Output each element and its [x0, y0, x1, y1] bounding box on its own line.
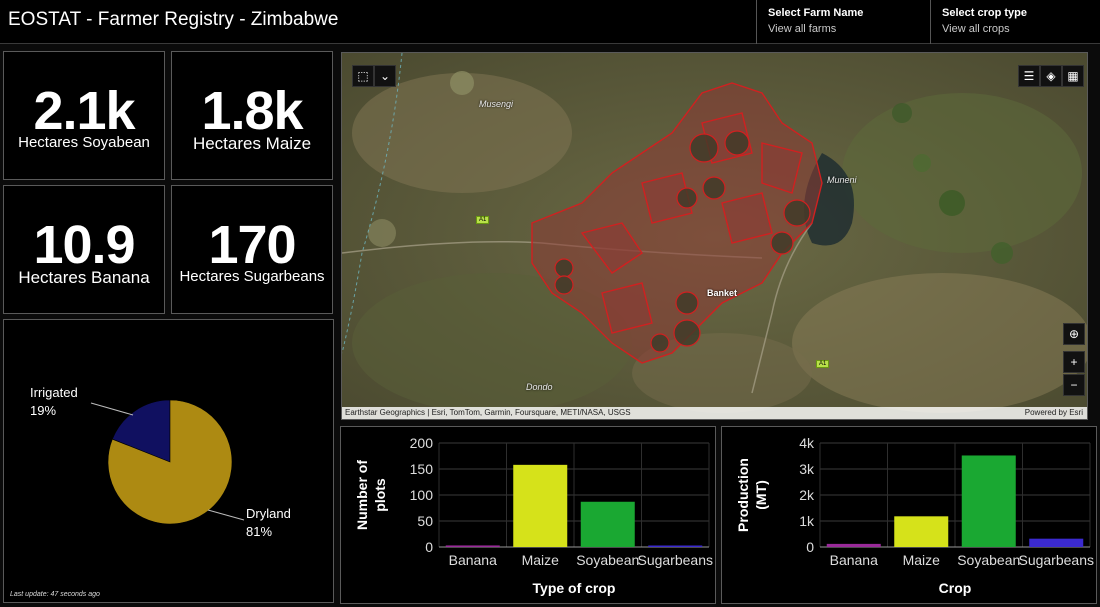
kpi-value: 170 [208, 215, 296, 275]
chevron-down-icon[interactable]: ⌄ [374, 65, 396, 87]
powered-by-esri[interactable]: Powered by Esri [1025, 407, 1083, 419]
layers-icon[interactable]: ◈ [1040, 65, 1062, 87]
satellite-imagery[interactable] [342, 53, 1088, 420]
y-tick-label: 150 [410, 461, 434, 477]
x-tick-label: Sugarbeans [637, 552, 713, 568]
bar-sugarbeans[interactable] [1029, 538, 1084, 547]
kpi-sugarbeans: 170 Hectares Sugarbeans [171, 185, 333, 314]
y-tick-label: 0 [806, 539, 814, 555]
x-tick-label: Maize [522, 552, 560, 568]
place-label: Banket [707, 288, 738, 298]
crop-type-selector[interactable]: Select crop type View all crops [930, 0, 1100, 44]
kpi-banana: 10.9 Hectares Banana [3, 185, 165, 314]
irrigation-pie-chart: Irrigated 19% Dryland 81% [30, 385, 291, 539]
place-label: Dondo [526, 382, 553, 392]
bar-soyabean[interactable] [961, 455, 1016, 547]
y-tick-label: 2k [799, 487, 815, 503]
irrigation-pie-panel: Irrigated 19% Dryland 81% Last update: 4… [3, 319, 334, 603]
crop-selector-value[interactable]: View all crops [942, 23, 1100, 35]
plots-by-crop-chart: 0 50 100 150 200 Banana Maize SoyabeanSugarbean… [354, 435, 713, 596]
x-axis-title: Type of crop [533, 580, 616, 596]
x-tick-label: Banana [830, 552, 878, 568]
pie-pct-irrigated: 19% [30, 403, 56, 418]
y-tick-label: 1k [799, 513, 815, 529]
bar-soyabean[interactable] [580, 501, 635, 547]
farm-map[interactable]: ⬚ ⌄ ☰ ◈ ▦ ⊕ + − Musengi Muneni Banket Do… [341, 52, 1088, 420]
production-by-crop-panel: 0 1k 2k 3k 4k Banana Maize Soyabean Sugarbeans Cr… [721, 426, 1097, 604]
kpi-value: 2.1k [33, 81, 135, 141]
y-tick-label: 200 [410, 435, 434, 451]
farm-selector-value[interactable]: View all farms [768, 23, 930, 35]
y-axis-title-line: Production [735, 458, 751, 532]
x-axis-title: Crop [939, 580, 972, 596]
production-by-crop-chart: 0 1k 2k 3k 4k Banana Maize SoyabeanSugarbeans Cr… [735, 435, 1094, 596]
select-tool-button[interactable]: ⬚ [352, 65, 374, 87]
x-tick-label: Soyabean [957, 552, 1020, 568]
pie-pct-dryland: 81% [246, 524, 272, 539]
bar-banana[interactable] [826, 543, 881, 547]
basemap-gallery-icon[interactable]: ▦ [1062, 65, 1084, 87]
y-axis-title-line: (MT) [753, 480, 769, 510]
y-tick-label: 50 [417, 513, 433, 529]
kpi-caption: Hectares Banana [18, 268, 150, 287]
header-bar: EOSTAT - Farmer Registry - Zimbabwe Sele… [0, 0, 1100, 44]
kpi-value: 1.8k [201, 81, 303, 141]
attribution-text: Earthstar Geographics | Esri, TomTom, Ga… [345, 408, 631, 417]
kpi-maize: 1.8k Hectares Maize [171, 51, 333, 180]
zoom-out-button[interactable]: − [1063, 374, 1085, 396]
legend-list-icon[interactable]: ☰ [1018, 65, 1040, 87]
bar-maize[interactable] [513, 464, 568, 547]
road-shield: A1 [816, 360, 830, 368]
pie-label-dryland: Dryland [246, 506, 291, 521]
place-label: Musengi [479, 99, 514, 109]
x-tick-label: Maize [903, 552, 941, 568]
locate-icon[interactable]: ⊕ [1063, 323, 1085, 345]
x-tick-label: Banana [449, 552, 497, 568]
farm-selector-label: Select Farm Name [768, 7, 864, 19]
kpi-caption: Hectares Soyabean [18, 134, 150, 151]
crop-selector-label: Select crop type [942, 7, 1027, 19]
y-tick-label: 3k [799, 461, 815, 477]
irrigated-leader-line [90, 402, 134, 416]
y-axis-title: Production (MT) [735, 458, 769, 532]
farm-name-selector[interactable]: Select Farm Name View all farms [756, 0, 930, 44]
bar-sugarbeans[interactable] [648, 545, 703, 548]
y-axis-title: Number of plots [354, 460, 388, 530]
last-update-text: Last update: 47 seconds ago [10, 591, 100, 598]
y-tick-label: 100 [410, 487, 434, 503]
app-title: EOSTAT - Farmer Registry - Zimbabwe [8, 9, 339, 30]
y-tick-label: 4k [799, 435, 815, 451]
y-axis-title-line: plots [372, 478, 388, 512]
x-tick-label: Soyabean [576, 552, 639, 568]
y-axis-title-line: Number of [354, 460, 370, 530]
zoom-in-button[interactable]: + [1063, 351, 1085, 373]
x-tick-label: Sugarbeans [1018, 552, 1094, 568]
road-shield: A1 [476, 216, 490, 224]
pie-label-irrigated: Irrigated [30, 385, 78, 400]
kpi-value: 10.9 [33, 215, 135, 275]
bar-maize[interactable] [894, 516, 949, 547]
plots-by-crop-panel: 0 50 100 150 200 Banana Maize Soyabean Sugarbean… [340, 426, 716, 604]
kpi-caption: Hectares Sugarbeans [179, 268, 325, 285]
bar-banana[interactable] [445, 545, 500, 547]
dryland-leader-line [207, 509, 245, 521]
kpi-caption: Hectares Maize [192, 134, 312, 153]
kpi-soyabean: 2.1k Hectares Soyabean [3, 51, 165, 180]
y-tick-label: 0 [425, 539, 433, 555]
map-attribution: Earthstar Geographics | Esri, TomTom, Ga… [342, 407, 1087, 419]
place-label: Muneni [827, 175, 857, 185]
